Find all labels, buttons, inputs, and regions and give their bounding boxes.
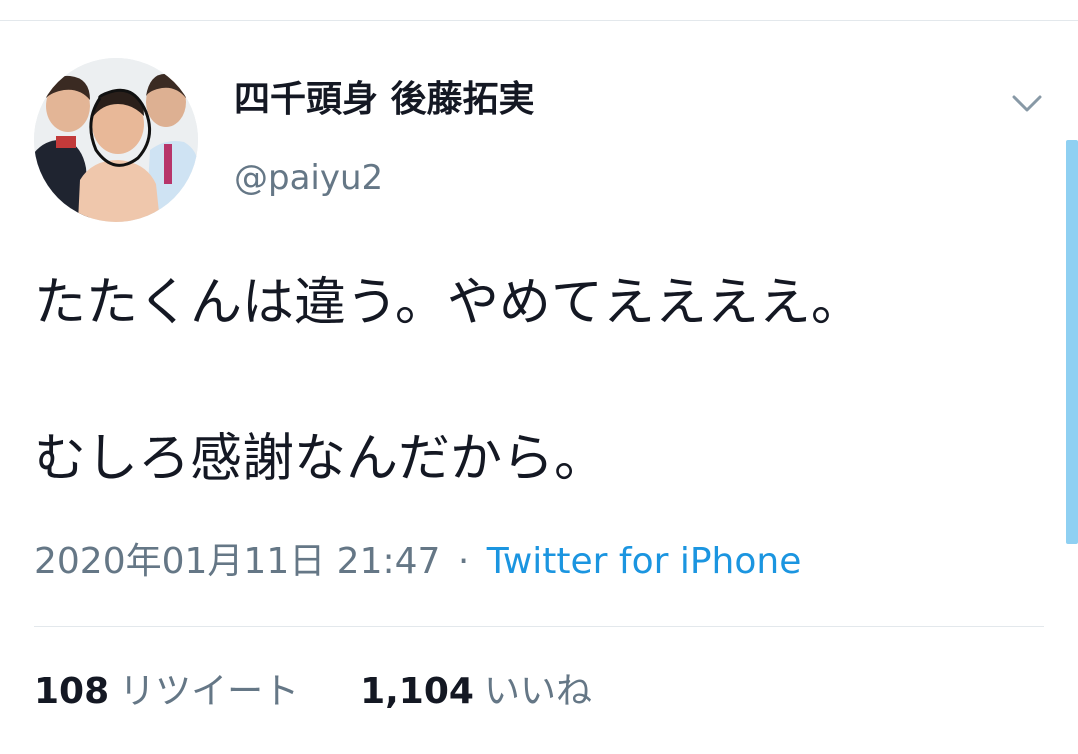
likes-stat[interactable]: 1,104 いいね <box>360 671 592 712</box>
tweet-text: たたくんは違う。やめてええええ。 むしろ感謝なんだから。 <box>34 264 1044 498</box>
stats-divider <box>34 626 1044 627</box>
tweet-stats: 108 リツイート 1,104 いいね <box>34 667 592 717</box>
tweet-text-line: たたくんは違う。やめてええええ。 <box>34 273 863 333</box>
tweet-meta: 2020年01月11日 21:47 · Twitter for iPhone <box>34 537 801 587</box>
like-count: 1,104 <box>360 671 474 712</box>
tweet-text-spacer <box>34 342 1044 420</box>
timestamp[interactable]: 2020年01月11日 21:47 <box>34 541 440 582</box>
top-divider <box>0 20 1078 21</box>
tweet-detail-view: 四千頭身 後藤拓実 @paiyu2 たたくんは違う。やめてええええ。 むしろ感謝… <box>0 0 1078 754</box>
retweet-count: 108 <box>34 671 110 712</box>
retweets-stat[interactable]: 108 リツイート <box>34 671 311 712</box>
handle[interactable]: @paiyu2 <box>234 156 383 200</box>
display-name[interactable]: 四千頭身 後藤拓実 <box>234 76 535 124</box>
source-link[interactable]: Twitter for iPhone <box>487 541 802 582</box>
avatar[interactable] <box>34 58 198 222</box>
retweet-label: リツイート <box>119 671 300 712</box>
meta-separator: · <box>457 541 470 582</box>
like-label: いいね <box>483 671 592 712</box>
tweet-text-line: むしろ感謝なんだから。 <box>34 429 607 489</box>
chevron-down-icon[interactable] <box>1008 84 1046 122</box>
scrollbar[interactable] <box>1066 140 1078 544</box>
